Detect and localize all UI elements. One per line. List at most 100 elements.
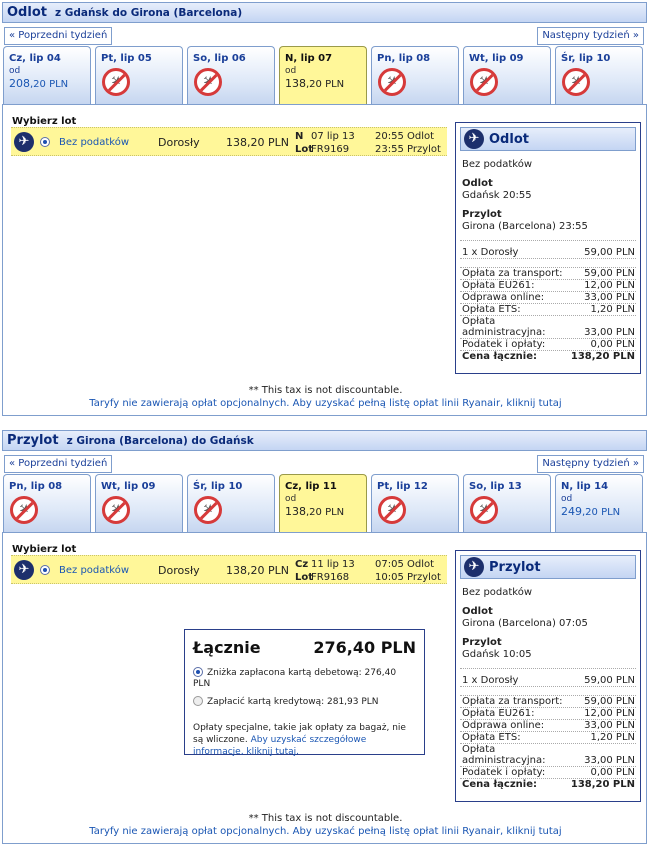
return-arrival-label: Przylot [407,572,441,583]
return-flight-times: 07:05 Odlot 10:05 Przylot [375,558,441,584]
return-previous-week-button[interactable]: « Poprzedni tydzień [4,455,113,473]
return-summary-passenger-row: 1 x Dorosły 59,00 PLN [460,675,636,687]
credit-card-option-label: Zapłacić kartą kredytową: 281,93 PLN [207,697,379,707]
fee-row: Opłata ETS: 1,20 PLN [460,304,636,316]
return-summary-box: ✈ Przylot Bez podatków Odlot Girona (Bar… [455,550,641,802]
outbound-fees-list: Opłata za transport: 59,00 PLN Opłata EU26… [460,268,636,351]
return-fare-type-link[interactable]: Bez podatków [59,565,129,576]
return-summary-total-label: Cena łącznie: [462,779,538,790]
fee-row: Odprawa online: 33,00 PLN [460,720,636,732]
fee-row: Podatek i opłaty: 0,00 PLN [460,339,636,351]
fee-label: Opłata za transport: [462,696,563,707]
outbound-flight-label: Lot [295,144,314,155]
grand-total-label: Łącznie [193,638,261,657]
outbound-flight-times: 20:55 Odlot 23:55 Przylot [375,130,441,156]
fee-row: Podatek i opłaty: 0,00 PLN [460,767,636,779]
return-section: Przylot z Girona (Barcelona) do Gdańsk «… [2,430,647,844]
outbound-day-tabs: Cz, lip 04 od 208,20 PLN Pt, lip 05 ✈ So, lip… [2,46,647,104]
outbound-previous-week-button[interactable]: « Poprzedni tydzień [4,27,113,45]
outbound-fare-type-link[interactable]: Bez podatków [59,137,129,148]
return-title: Przylot [7,433,59,448]
no-flights-icon: ✈ [378,68,406,96]
no-flights-icon: ✈ [194,68,222,96]
fee-row: Opłata administracyjna: 33,00 PLN [460,744,636,767]
return-day-code: Cz [295,559,309,570]
return-flight-radio[interactable] [40,565,50,575]
outbound-day-tab[interactable]: Pt, lip 05 ✈ [95,46,183,104]
grand-total-value: 276,40 PLN [313,638,416,657]
outbound-summary-passenger-value: 59,00 PLN [584,247,635,258]
day-tab-from-label: od [9,66,21,76]
day-tab-label: So, lip 13 [469,481,522,492]
outbound-arrival-time: 23:55 [375,144,404,155]
special-fees-note: Opłaty specjalne, takie jak opłaty za ba… [193,722,416,758]
return-summary-arrival-label: Przylot [462,637,502,648]
return-day-tab[interactable]: So, lip 13 ✈ [463,474,551,532]
no-flights-icon: ✈ [194,496,222,524]
outbound-day-tab[interactable]: Pn, lip 08 ✈ [371,46,459,104]
outbound-summary-arrival-value: Girona (Barcelona) 23:55 [462,221,588,232]
return-flight-row[interactable]: ✈ Bez podatków Dorosły 138,20 PLN Cz 11 l… [11,555,447,584]
return-next-week-button[interactable]: Następny tydzień » [537,455,644,473]
day-tab-label: Pn, lip 08 [9,481,63,492]
fee-row: Odprawa online: 33,00 PLN [460,292,636,304]
outbound-summary-passenger-row: 1 x Dorosły 59,00 PLN [460,247,636,259]
fee-label: Odprawa online: [462,292,545,303]
outbound-flight-number: FR9169 [311,144,350,155]
return-route: z Girona (Barcelona) do Gdańsk [66,434,254,447]
fee-label: Podatek i opłaty: [462,339,546,350]
day-tab-label: Wt, lip 09 [101,481,156,492]
return-passenger-type: Dorosły [158,564,200,577]
outbound-day-tab[interactable]: N, lip 07 od 138,20 PLN [279,46,367,104]
return-day-tab[interactable]: Wt, lip 09 ✈ [95,474,183,532]
grand-total-header: Łącznie 276,40 PLN [193,638,416,657]
return-day-tab[interactable]: Śr, lip 10 ✈ [187,474,275,532]
outbound-day-code: N [295,131,304,142]
return-day-tab[interactable]: Pt, lip 12 ✈ [371,474,459,532]
return-day-tabs: Pn, lip 08 ✈ Wt, lip 09 ✈ Śr, lip 10 ✈ Cz, lip… [2,474,647,532]
return-fees-link[interactable]: Taryfy nie zawierają opłat opcjonalnych.… [3,826,648,837]
outbound-day-tab[interactable]: Cz, lip 04 od 208,20 PLN [3,46,91,104]
debit-card-option[interactable]: Zniżka zapłacona kartą debetową: 276,40 … [193,667,416,690]
return-summary-arrival-value: Gdańsk 10:05 [462,649,532,660]
fee-value: 59,00 PLN [584,696,635,707]
outbound-flight-radio[interactable] [40,137,50,147]
day-tab-label: N, lip 07 [285,53,333,64]
fee-value: 59,00 PLN [584,268,635,279]
credit-card-radio[interactable] [193,696,203,706]
no-flights-icon: ✈ [470,68,498,96]
outbound-departure-label: Odlot [407,131,435,142]
outbound-day-tab[interactable]: Śr, lip 10 ✈ [555,46,643,104]
return-flight-date: 11 lip 13 [311,559,355,570]
credit-card-option[interactable]: Zapłacić kartą kredytową: 281,93 PLN [193,696,416,708]
return-fees-list: Opłata za transport: 59,00 PLN Opłata EU26… [460,696,636,779]
outbound-summary-header: ✈ Odlot [460,127,636,151]
outbound-day-tab[interactable]: So, lip 06 ✈ [187,46,275,104]
day-tab-price: 138,20 PLN [285,505,362,518]
day-tab-label: So, lip 06 [193,53,246,64]
outbound-next-week-button[interactable]: Następny tydzień » [537,27,644,45]
return-summary-header: ✈ Przylot [460,555,636,579]
day-tab-label: Pt, lip 05 [101,53,152,64]
return-day-tab[interactable]: N, lip 14 od 249,20 PLN [555,474,643,532]
day-tab-label: Pt, lip 12 [377,481,428,492]
return-day-tab[interactable]: Cz, lip 11 od 138,20 PLN [279,474,367,532]
day-tab-price-dec: ,20 PLN [30,79,69,90]
outbound-flight-row[interactable]: ✈ Bez podatków Dorosły 138,20 PLN N 07 li… [11,127,447,156]
day-tab-price-int: 249 [561,505,582,518]
fee-value: 33,00 PLN [584,755,635,766]
return-day-tab[interactable]: Pn, lip 08 ✈ [3,474,91,532]
outbound-fees-link[interactable]: Taryfy nie zawierają opłat opcjonalnych.… [3,398,648,409]
debit-card-radio[interactable] [193,667,203,677]
no-flights-icon: ✈ [10,496,38,524]
debit-card-option-label: Zniżka zapłacona kartą debetową: 276,40 … [193,668,397,689]
fee-row: Opłata ETS: 1,20 PLN [460,732,636,744]
outbound-day-tab[interactable]: Wt, lip 09 ✈ [463,46,551,104]
grand-total-box: Łącznie 276,40 PLN Zniżka zapłacona kart… [184,629,425,758]
return-summary-total-value: 138,20 PLN [570,779,635,790]
fee-value: 1,20 PLN [590,304,635,315]
fee-label: Opłata EU261: [462,280,535,291]
return-summary-departure-label: Odlot [462,606,493,617]
no-flights-icon: ✈ [470,496,498,524]
no-flights-icon: ✈ [102,496,130,524]
